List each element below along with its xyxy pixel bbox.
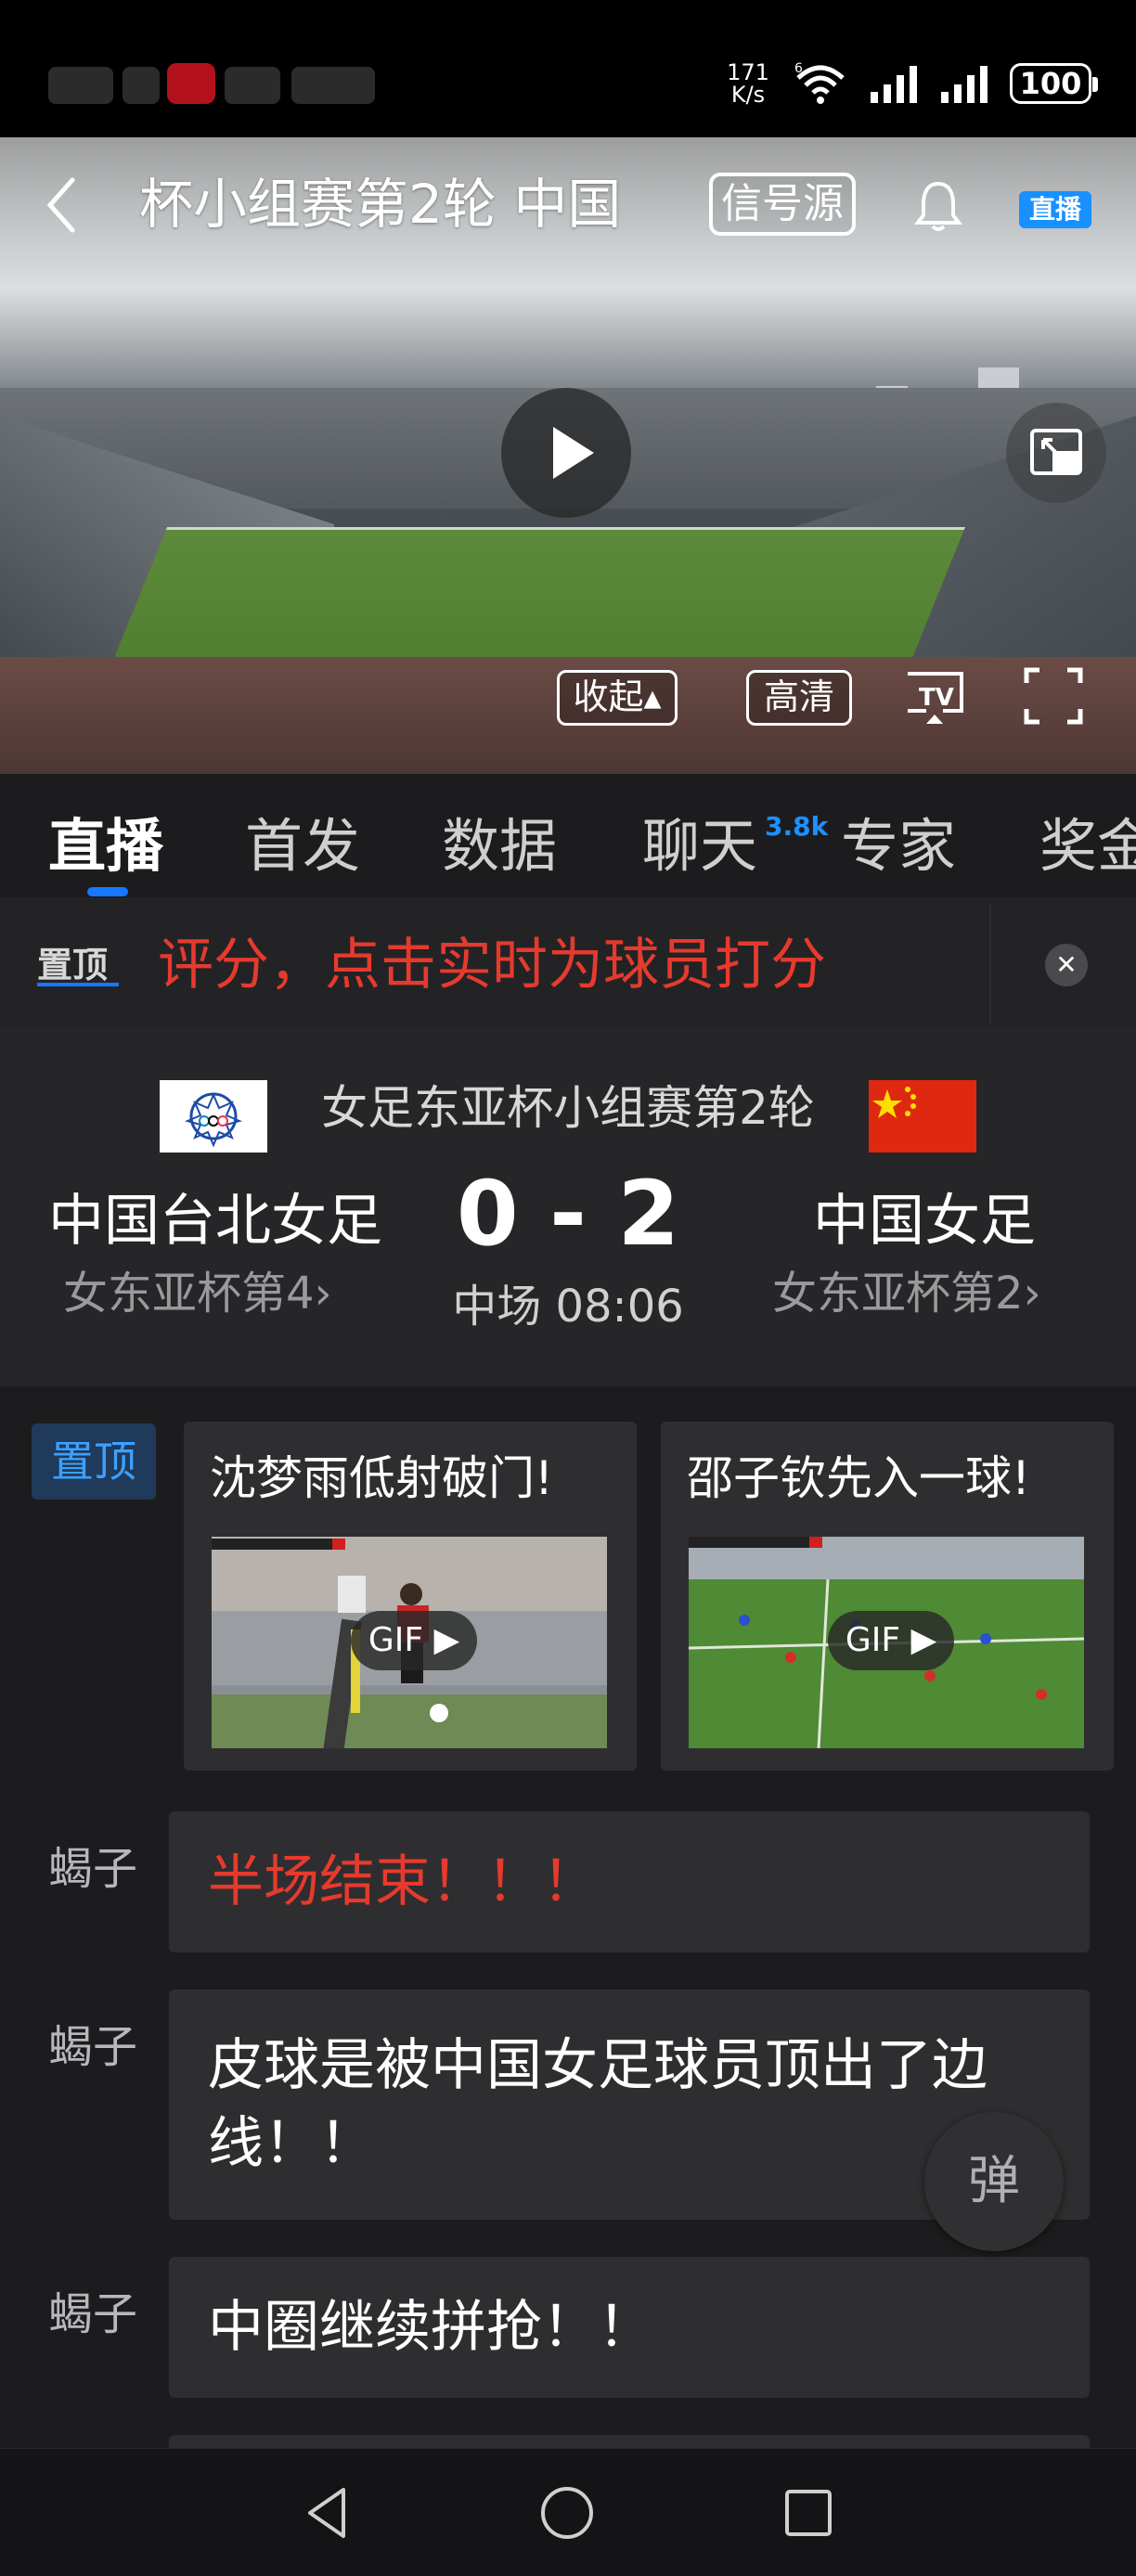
china-flag [869, 1080, 976, 1153]
danmu-toggle-button[interactable]: 弹 [924, 2112, 1064, 2251]
picture-in-picture-button[interactable] [1006, 403, 1106, 503]
live-feed: 置顶 沈梦雨低射破门! GIF ▶ 邵子钦先入一球! GIF ▶ 蝎子 半场结束… [0, 1386, 1136, 2448]
video-player[interactable]: 杯小组赛第2轮 中国 信号源 直播 收起▴ 高清 TV [0, 137, 1136, 774]
collapse-button[interactable]: 收起▴ [557, 670, 678, 726]
tab-chat[interactable]: 聊天 [642, 811, 757, 882]
message-author: 蝎子 [48, 2288, 138, 2340]
match-title: 女足东亚杯小组赛第2轮 [321, 1081, 815, 1135]
pinned-notice-text: 评分，点击实时为球员打分 [158, 933, 826, 998]
bell-icon[interactable] [913, 178, 963, 234]
video-title: 杯小组赛第2轮 中国 [139, 173, 622, 236]
app-notification-icon [167, 63, 215, 104]
message-bubble: 中圈继续拼抢！！ [169, 2257, 1090, 2398]
svg-text:6: 6 [794, 61, 803, 76]
tab-live[interactable]: 直播 [48, 811, 163, 882]
away-team-rank[interactable]: 女东亚杯第2› [772, 1264, 1041, 1323]
chat-count-badge: 3.8k [765, 811, 829, 842]
highlight-card[interactable]: 沈梦雨低射破门! GIF ▶ [184, 1422, 637, 1771]
tab-stats[interactable]: 数据 [442, 811, 557, 882]
highlight-title: 沈梦雨低射破门! [210, 1451, 554, 1505]
signal-icon-1 [871, 66, 917, 103]
net-speed: 171 K/s [727, 59, 769, 108]
tv-cast-icon[interactable]: TV [902, 663, 967, 729]
gif-badge: GIF ▶ [828, 1611, 954, 1670]
system-nav-bar [0, 2448, 1136, 2576]
tab-experts[interactable]: 专家 [841, 811, 956, 882]
home-nav-icon[interactable] [535, 2480, 600, 2545]
wifi-icon: 6 [794, 61, 845, 104]
highlight-thumbnail[interactable]: GIF ▶ [212, 1537, 607, 1748]
notification-icons [48, 58, 382, 109]
message-bubble: 半场结束！！！ [169, 1811, 1090, 1952]
fullscreen-icon[interactable] [1021, 663, 1086, 729]
tab-lineup[interactable]: 首发 [245, 811, 360, 882]
status-bar: 171 K/s 6 100 [0, 0, 1136, 137]
home-team-name[interactable]: 中国台北女足 [48, 1184, 382, 1258]
pin-label: 置顶 [37, 945, 119, 986]
recents-nav-icon[interactable] [776, 2480, 841, 2545]
signal-source-button[interactable]: 信号源 [709, 173, 856, 236]
home-team-rank[interactable]: 女东亚杯第4› [63, 1264, 332, 1323]
match-score: 0 - 2 [456, 1162, 680, 1266]
active-tab-indicator [87, 887, 128, 896]
play-button[interactable] [501, 388, 631, 518]
back-nav-icon[interactable] [295, 2480, 360, 2545]
signal-icon-2 [941, 66, 988, 103]
tab-bonus[interactable]: 奖金 [1039, 811, 1136, 882]
battery-indicator: 100 [1010, 63, 1098, 104]
message-bubble [169, 2435, 1090, 2448]
chinese-taipei-flag [160, 1080, 267, 1153]
back-icon[interactable] [43, 173, 80, 238]
close-icon[interactable]: ✕ [1045, 944, 1088, 986]
svg-text:置顶: 置顶 [37, 945, 108, 985]
scoreboard: 女足东亚杯小组赛第2轮 中国台北女足 女东亚杯第4› 0 - 2 中场 08:0… [0, 1028, 1136, 1386]
pinned-tag: 置顶 [32, 1423, 156, 1500]
svg-text:TV: TV [919, 684, 954, 712]
highlight-thumbnail[interactable]: GIF ▶ [689, 1537, 1084, 1748]
gif-badge: GIF ▶ [351, 1611, 477, 1670]
highlight-card[interactable]: 邵子钦先入一球! GIF ▶ [661, 1422, 1114, 1771]
pinned-notice[interactable]: 置顶 评分，点击实时为球员打分 ✕ [0, 898, 1136, 1028]
away-team-name[interactable]: 中国女足 [813, 1184, 1036, 1258]
highlight-title: 邵子钦先入一球! [687, 1451, 1031, 1505]
message-author: 蝎子 [48, 2021, 138, 2073]
tab-bar: 直播 首发 数据 聊天 3.8k 专家 奖金 [0, 774, 1136, 898]
message-author: 蝎子 [48, 1843, 138, 1895]
pip-icon [1030, 429, 1082, 475]
live-badge: 直播 [1019, 191, 1091, 228]
quality-button[interactable]: 高清 [746, 670, 852, 726]
match-status: 中场 08:06 [452, 1281, 684, 1333]
